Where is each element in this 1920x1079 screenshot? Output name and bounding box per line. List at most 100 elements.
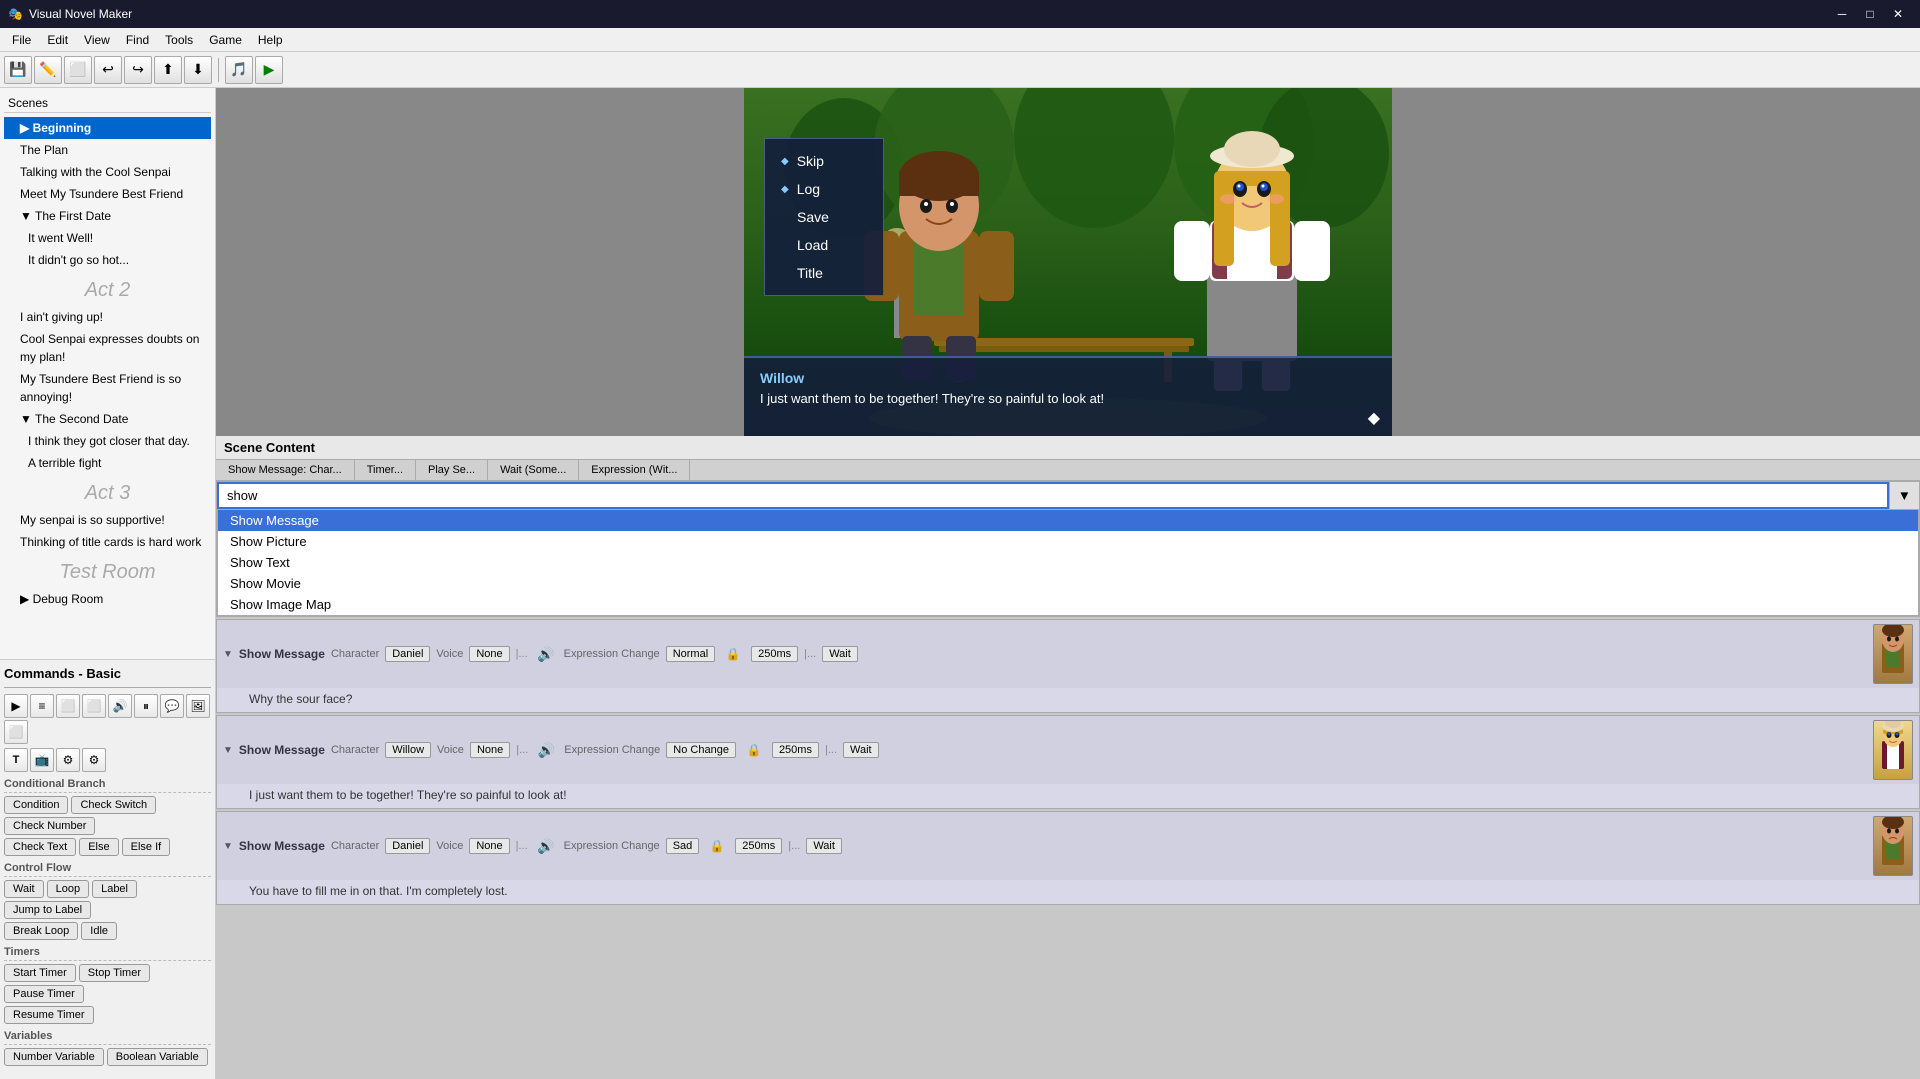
menu-view[interactable]: View [76,28,118,51]
scene-item-closer[interactable]: I think they got closer that day. [4,430,211,452]
scene-item-tsundere-annoying[interactable]: My Tsundere Best Friend is so annoying! [4,368,211,408]
menu-load[interactable]: Load [765,231,883,259]
scene-item-first-date[interactable]: ▼ The First Date [4,205,211,227]
menu-file[interactable]: File [4,28,39,51]
scene-item-the-plan[interactable]: The Plan [4,139,211,161]
stop-timer-button[interactable]: Stop Timer [79,964,150,982]
wait-button[interactable]: Wait [4,880,44,898]
autocomplete-show-picture[interactable]: Show Picture [218,531,1918,552]
scene-item-talking[interactable]: Talking with the Cool Senpai [4,161,211,183]
check-number-button[interactable]: Check Number [4,817,95,835]
menu-game[interactable]: Game [201,28,250,51]
menu-edit[interactable]: Edit [39,28,76,51]
collapse-icon-3[interactable]: ▼ [223,841,233,852]
toolbar-save[interactable]: 💾 [4,56,32,84]
timing-value-3[interactable]: 250ms [735,838,782,854]
start-timer-button[interactable]: Start Timer [4,964,76,982]
menu-save[interactable]: Save [765,203,883,231]
cmd-icon-gear2[interactable]: ⚙ [82,748,106,772]
toolbar-up[interactable]: ⬆ [154,56,182,84]
else-if-button[interactable]: Else If [122,838,171,856]
scene-tab-4[interactable]: Wait (Some... [488,460,579,480]
cmd-icon-list[interactable]: ≡ [30,694,54,718]
scene-item-beginning[interactable]: ▶ Beginning [4,117,211,139]
action-value-3[interactable]: Wait [806,838,842,854]
scene-item-went-well[interactable]: It went Well! [4,227,211,249]
scene-tab-1[interactable]: Show Message: Char... [216,460,355,480]
check-text-button[interactable]: Check Text [4,838,76,856]
idle-button[interactable]: Idle [81,922,117,940]
autocomplete-show-image-map[interactable]: Show Image Map [218,594,1918,615]
autocomplete-show-movie[interactable]: Show Movie [218,573,1918,594]
toolbar-down[interactable]: ⬇ [184,56,212,84]
cmd-icon-square1[interactable]: ⬜ [56,694,80,718]
cmd-icon-square3[interactable]: ⬜ [4,720,28,744]
timing-value-2[interactable]: 250ms [772,742,819,758]
scene-tab-2[interactable]: Timer... [355,460,416,480]
scene-tab-3[interactable]: Play Se... [416,460,488,480]
scene-item-not-giving-up[interactable]: I ain't giving up! [4,306,211,328]
cmd-icon-play[interactable]: ▶ [4,694,28,718]
toolbar-play[interactable]: ▶ [255,56,283,84]
cmd-icon-text[interactable]: T [4,748,28,772]
toolbar-new[interactable]: ⬜ [64,56,92,84]
menu-find[interactable]: Find [118,28,157,51]
break-loop-button[interactable]: Break Loop [4,922,78,940]
cmd-icon-monitor[interactable]: 📺 [30,748,54,772]
scene-item-senpai-supportive[interactable]: My senpai is so supportive! [4,509,211,531]
scene-item-title-cards[interactable]: Thinking of title cards is hard work [4,531,211,553]
label-button[interactable]: Label [92,880,137,898]
action-value-2[interactable]: Wait [843,742,879,758]
maximize-button[interactable]: □ [1856,3,1884,25]
check-switch-button[interactable]: Check Switch [71,796,156,814]
scene-item-meet[interactable]: Meet My Tsundere Best Friend [4,183,211,205]
char-value-3[interactable]: Daniel [385,838,430,854]
minimize-button[interactable]: ─ [1828,3,1856,25]
jump-to-label-button[interactable]: Jump to Label [4,901,91,919]
menu-help[interactable]: Help [250,28,291,51]
resume-timer-button[interactable]: Resume Timer [4,1006,94,1024]
toolbar-music[interactable]: 🎵 [225,56,253,84]
menu-tools[interactable]: Tools [157,28,201,51]
cmd-icon-square2[interactable]: ⬜ [82,694,106,718]
timing-value-1[interactable]: 250ms [751,646,798,662]
cmd-icon-pause[interactable]: ⏸ [134,694,158,718]
pause-timer-button[interactable]: Pause Timer [4,985,84,1003]
cmd-icon-sound[interactable]: 🔊 [108,694,132,718]
condition-button[interactable]: Condition [4,796,68,814]
menu-skip[interactable]: ◆ Skip [765,147,883,175]
cmd-icon-chat[interactable]: 💬 [160,694,184,718]
action-value-1[interactable]: Wait [822,646,858,662]
expr-value-2[interactable]: No Change [666,742,736,758]
boolean-variable-button[interactable]: Boolean Variable [107,1048,208,1066]
autocomplete-show-text[interactable]: Show Text [218,552,1918,573]
else-button[interactable]: Else [79,838,118,856]
scene-item-didnt-go[interactable]: It didn't go so hot... [4,249,211,271]
scene-item-debug-room[interactable]: ▶ Debug Room [4,588,211,610]
collapse-icon-2[interactable]: ▼ [223,745,233,756]
voice-value-3[interactable]: None [469,838,509,854]
toolbar-edit[interactable]: ✏️ [34,56,62,84]
toolbar-redo[interactable]: ↪ [124,56,152,84]
char-value-2[interactable]: Willow [385,742,431,758]
scene-tab-5[interactable]: Expression (Wit... [579,460,690,480]
expr-value-1[interactable]: Normal [666,646,715,662]
menu-title[interactable]: Title [765,259,883,287]
voice-value-2[interactable]: None [470,742,510,758]
search-dropdown-button[interactable]: ▼ [1889,482,1919,509]
cmd-icon-image[interactable]: 🖼 [186,694,210,718]
expr-value-3[interactable]: Sad [666,838,700,854]
scene-item-second-date[interactable]: ▼ The Second Date [4,408,211,430]
scene-item-cool-senpai-doubts[interactable]: Cool Senpai expresses doubts on my plan! [4,328,211,368]
voice-value-1[interactable]: None [469,646,509,662]
command-search-input[interactable] [217,482,1889,509]
number-variable-button[interactable]: Number Variable [4,1048,104,1066]
collapse-icon-1[interactable]: ▼ [223,649,233,660]
char-value-1[interactable]: Daniel [385,646,430,662]
toolbar-undo[interactable]: ↩ [94,56,122,84]
scene-item-terrible-fight[interactable]: A terrible fight [4,452,211,474]
cmd-icon-gear1[interactable]: ⚙ [56,748,80,772]
autocomplete-show-message[interactable]: Show Message [218,510,1918,531]
menu-log[interactable]: ◆ Log [765,175,883,203]
loop-button[interactable]: Loop [47,880,89,898]
